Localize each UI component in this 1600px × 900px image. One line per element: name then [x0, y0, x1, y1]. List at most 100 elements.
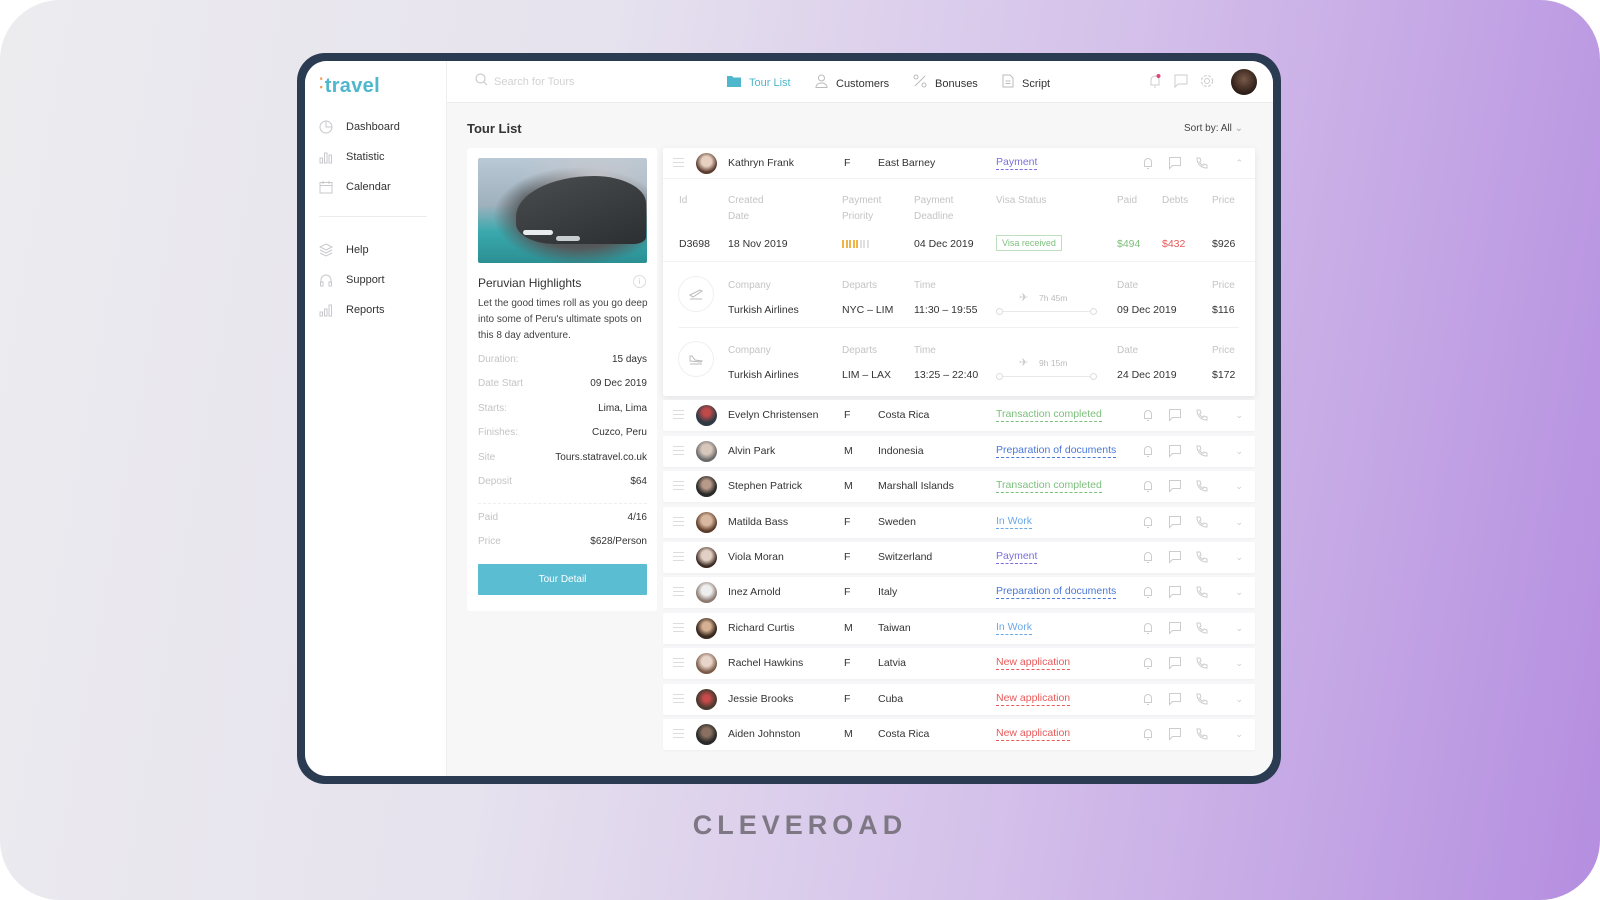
chevron-down-icon[interactable]: ⌄: [1235, 517, 1243, 528]
drag-handle-icon[interactable]: [673, 551, 684, 561]
chevron-down-icon[interactable]: ⌄: [1235, 658, 1243, 669]
avatar: [696, 617, 717, 639]
phone-icon[interactable]: [1195, 515, 1209, 529]
chevron-down-icon[interactable]: ⌄: [1235, 410, 1243, 421]
phone-icon[interactable]: [1195, 550, 1209, 564]
chat-icon[interactable]: [1168, 515, 1182, 529]
table-row[interactable]: Inez Arnold F Italy Preparation of docum…: [663, 577, 1255, 609]
status-link[interactable]: Payment: [996, 550, 1038, 564]
bell-icon[interactable]: [1141, 585, 1155, 599]
bell-icon[interactable]: [1141, 692, 1155, 706]
chat-icon[interactable]: [1168, 444, 1182, 458]
chat-icon[interactable]: [1168, 585, 1182, 600]
phone-icon[interactable]: [1195, 444, 1209, 458]
tour-detail-button[interactable]: Tour Detail: [478, 564, 647, 595]
tab-tour-list[interactable]: Tour List: [727, 74, 791, 92]
phone-icon[interactable]: [1195, 585, 1209, 599]
sidebar-item-help[interactable]: Help: [319, 239, 369, 261]
sidebar-item-dashboard[interactable]: Dashboard: [319, 116, 400, 138]
bell-icon[interactable]: [1141, 621, 1155, 635]
sidebar-item-reports[interactable]: Reports: [319, 299, 385, 321]
chevron-down-icon[interactable]: ⌄: [1235, 623, 1243, 634]
drag-handle-icon[interactable]: [673, 728, 684, 738]
bell-icon[interactable]: [1141, 408, 1155, 422]
chat-icon[interactable]: [1168, 621, 1182, 635]
phone-icon[interactable]: [1195, 727, 1209, 741]
drag-handle-icon[interactable]: [673, 516, 684, 526]
chat-icon[interactable]: [1168, 550, 1182, 564]
table-row[interactable]: Jessie Brooks F Cuba New application ⌄: [663, 683, 1255, 715]
bell-icon[interactable]: [1141, 550, 1155, 564]
status-link[interactable]: New application: [996, 727, 1071, 741]
sidebar-item-calendar[interactable]: Calendar: [319, 176, 391, 198]
status-link[interactable]: Payment: [996, 156, 1038, 170]
table-row[interactable]: Aiden Johnston M Costa Rica New applicat…: [663, 718, 1255, 750]
chat-icon[interactable]: [1168, 156, 1182, 170]
sidebar-item-statistic[interactable]: Statistic: [319, 146, 385, 168]
table-row[interactable]: Rachel Hawkins F Latvia New application …: [663, 648, 1255, 680]
table-row[interactable]: Evelyn Christensen F Costa Rica Transact…: [663, 400, 1255, 432]
drag-handle-icon[interactable]: [673, 587, 684, 597]
tab-customers[interactable]: Customers: [815, 74, 889, 93]
table-row[interactable]: Matilda Bass F Sweden In Work ⌄: [663, 506, 1255, 538]
drag-handle-icon[interactable]: [673, 445, 684, 455]
chat-icon[interactable]: [1168, 479, 1182, 493]
status-link[interactable]: Transaction completed: [996, 479, 1102, 494]
chevron-down-icon[interactable]: ⌄: [1235, 587, 1243, 598]
phone-icon[interactable]: [1195, 692, 1209, 706]
notification-bell-icon[interactable]: [1147, 73, 1163, 89]
bell-icon[interactable]: [1141, 444, 1155, 458]
chevron-up-icon[interactable]: ⌃: [1235, 158, 1243, 169]
bell-icon[interactable]: [1141, 479, 1155, 493]
chevron-down-icon[interactable]: ⌄: [1235, 694, 1243, 705]
drag-handle-icon[interactable]: [673, 481, 684, 491]
chevron-down-icon[interactable]: ⌄: [1235, 729, 1243, 740]
table-row[interactable]: Viola Moran F Switzerland Payment ⌄: [663, 541, 1255, 573]
status-link[interactable]: In Work: [996, 515, 1032, 529]
phone-icon[interactable]: [1195, 621, 1209, 635]
phone-icon[interactable]: [1195, 156, 1209, 170]
phone-icon[interactable]: [1195, 479, 1209, 493]
info-icon[interactable]: i: [633, 275, 646, 288]
chat-icon[interactable]: [1168, 692, 1182, 706]
drag-handle-icon[interactable]: [673, 693, 684, 703]
tab-bonuses[interactable]: Bonuses: [913, 74, 978, 93]
user-avatar[interactable]: [1231, 69, 1257, 95]
tab-script[interactable]: Script: [1002, 74, 1050, 93]
priority-bar-segment: [856, 240, 858, 248]
drag-handle-icon[interactable]: [673, 158, 684, 167]
chat-icon[interactable]: [1173, 73, 1189, 89]
search-input[interactable]: [494, 76, 644, 88]
drag-handle-icon[interactable]: [673, 658, 684, 668]
chat-icon[interactable]: [1168, 408, 1182, 423]
table-row[interactable]: Kathryn Frank F East Barney Payment ⌃: [663, 148, 1255, 179]
status-link[interactable]: New application: [996, 656, 1071, 671]
status-link[interactable]: Transaction completed: [996, 408, 1102, 423]
customer-name: Aiden Johnston: [728, 727, 801, 740]
phone-icon[interactable]: [1195, 408, 1209, 422]
bell-icon[interactable]: [1141, 515, 1155, 529]
booking-id: D3698: [679, 238, 710, 250]
chevron-down-icon[interactable]: ⌄: [1235, 446, 1243, 457]
status-link[interactable]: Preparation of documents: [996, 585, 1117, 600]
bell-icon[interactable]: [1141, 727, 1155, 741]
phone-icon[interactable]: [1195, 656, 1209, 670]
bell-icon[interactable]: [1141, 156, 1155, 170]
app-logo[interactable]: ⁚travel: [319, 75, 380, 98]
chat-icon[interactable]: [1168, 656, 1182, 670]
drag-handle-icon[interactable]: [673, 622, 684, 632]
chat-icon[interactable]: [1168, 727, 1182, 741]
sidebar-item-support[interactable]: Support: [319, 269, 385, 291]
gear-icon[interactable]: [1199, 73, 1215, 89]
chevron-down-icon[interactable]: ⌄: [1235, 481, 1243, 492]
bell-icon[interactable]: [1141, 656, 1155, 670]
sort-dropdown[interactable]: Sort by: All ⌄: [1184, 123, 1243, 134]
status-link[interactable]: New application: [996, 692, 1071, 706]
drag-handle-icon[interactable]: [673, 410, 684, 420]
table-row[interactable]: Stephen Patrick M Marshall Islands Trans…: [663, 471, 1255, 503]
table-row[interactable]: Alvin Park M Indonesia Preparation of do…: [663, 435, 1255, 467]
chevron-down-icon[interactable]: ⌄: [1235, 552, 1243, 563]
status-link[interactable]: In Work: [996, 621, 1032, 635]
table-row[interactable]: Richard Curtis M Taiwan In Work ⌄: [663, 612, 1255, 644]
status-link[interactable]: Preparation of documents: [996, 444, 1117, 458]
